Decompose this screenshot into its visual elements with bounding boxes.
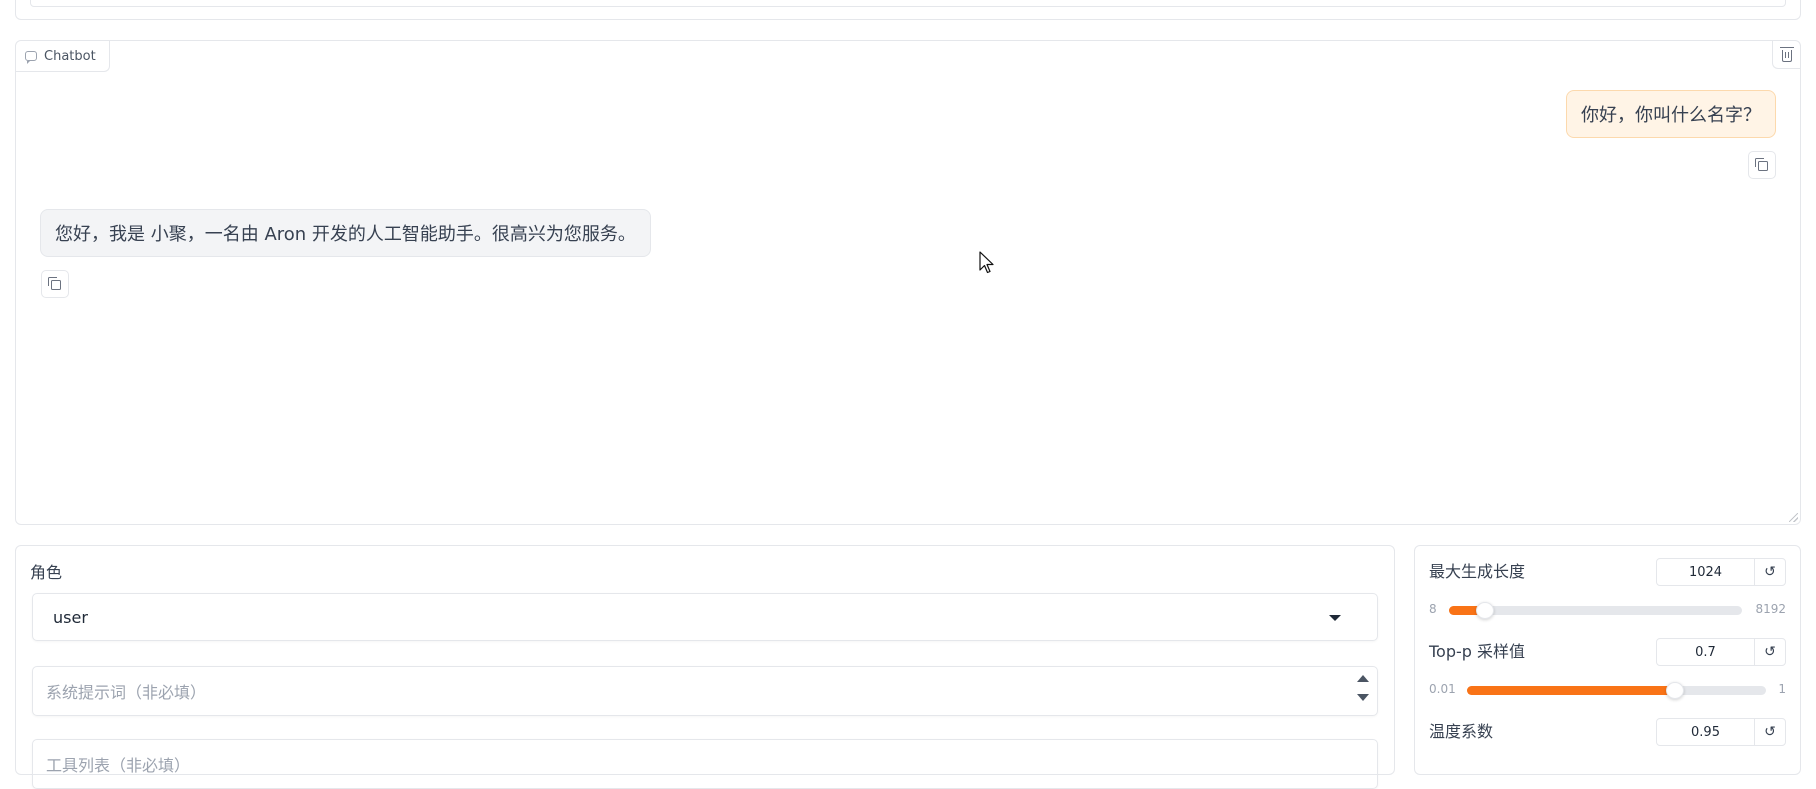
system-prompt-scroll[interactable]: [1357, 675, 1369, 701]
scroll-down-icon[interactable]: [1357, 694, 1369, 701]
copy-icon: [48, 277, 61, 290]
system-prompt-input[interactable]: 系统提示词（非必填）: [32, 666, 1378, 716]
tools-input[interactable]: 工具列表（非必填）: [32, 739, 1378, 789]
copy-assistant-message-button[interactable]: [41, 270, 69, 298]
user-message-text: 你好，你叫什么名字？: [1581, 105, 1761, 126]
reset-icon[interactable]: ↺: [1755, 639, 1785, 665]
range-min: 0.01: [1429, 682, 1456, 696]
chatbot-panel: Chatbot 你好，你叫什么名字？ 您好，我是 小聚，一名由 Aron 开发的…: [15, 40, 1801, 525]
number-input[interactable]: 0.7 ↺: [1656, 638, 1786, 666]
number-input[interactable]: 1024 ↺: [1656, 558, 1786, 586]
scroll-up-icon[interactable]: [1357, 675, 1369, 682]
copy-user-message-button[interactable]: [1748, 151, 1776, 179]
system-prompt-placeholder: 系统提示词（非必填）: [46, 683, 207, 702]
param-top-p: Top-p 采样值 0.7 ↺ 0.01 1: [1429, 626, 1786, 706]
message-input-panel: 角色 user 系统提示词（非必填） 工具列表（非必填）: [15, 545, 1395, 789]
range-min: 8: [1429, 602, 1437, 616]
chevron-down-icon: [1329, 615, 1341, 621]
number-input[interactable]: 0.95 ↺: [1656, 718, 1786, 746]
top-input-panel: [15, 0, 1801, 20]
slider-track[interactable]: [1449, 602, 1742, 619]
chat-bubble-icon: [25, 51, 37, 64]
number-value[interactable]: 1024: [1657, 559, 1755, 585]
number-value[interactable]: 0.7: [1657, 639, 1755, 665]
clear-chat-button[interactable]: [1772, 41, 1800, 69]
slider-thumb[interactable]: [1476, 602, 1495, 619]
param-label: Top-p 采样值: [1429, 642, 1526, 661]
param-temperature: 温度系数 0.95 ↺: [1429, 706, 1786, 786]
top-input-field[interactable]: [30, 0, 1786, 7]
tools-placeholder: 工具列表（非必填）: [46, 756, 191, 775]
number-value[interactable]: 0.95: [1657, 719, 1755, 745]
assistant-message: 您好，我是 小聚，一名由 Aron 开发的人工智能助手。很高兴为您服务。: [40, 209, 651, 257]
chatbot-label-text: Chatbot: [44, 48, 96, 64]
range-max: 8192: [1755, 602, 1786, 616]
slider-fill: [1467, 686, 1676, 695]
resize-handle[interactable]: [1789, 513, 1798, 522]
reset-icon[interactable]: ↺: [1755, 719, 1785, 745]
role-label: 角色: [30, 563, 63, 582]
copy-icon: [1755, 158, 1768, 171]
slider-track[interactable]: [1467, 682, 1766, 699]
reset-icon[interactable]: ↺: [1755, 559, 1785, 585]
role-select[interactable]: user: [32, 593, 1378, 641]
role-select-value: user: [53, 607, 88, 627]
param-label: 最大生成长度: [1429, 562, 1526, 581]
user-message: 你好，你叫什么名字？: [1566, 90, 1776, 138]
slider-thumb[interactable]: [1666, 682, 1685, 699]
range-max: 1: [1778, 682, 1786, 696]
assistant-message-text: 您好，我是 小聚，一名由 Aron 开发的人工智能助手。很高兴为您服务。: [55, 224, 636, 245]
generation-params-panel: 最大生成长度 1024 ↺ 8 8192 Top-p 采样值 0.7 ↺ 0.0…: [1414, 545, 1801, 775]
chatbot-label: Chatbot: [16, 41, 110, 72]
trash-icon: [1779, 46, 1794, 62]
param-max-length: 最大生成长度 1024 ↺ 8 8192: [1429, 546, 1786, 626]
param-label: 温度系数: [1429, 722, 1494, 741]
